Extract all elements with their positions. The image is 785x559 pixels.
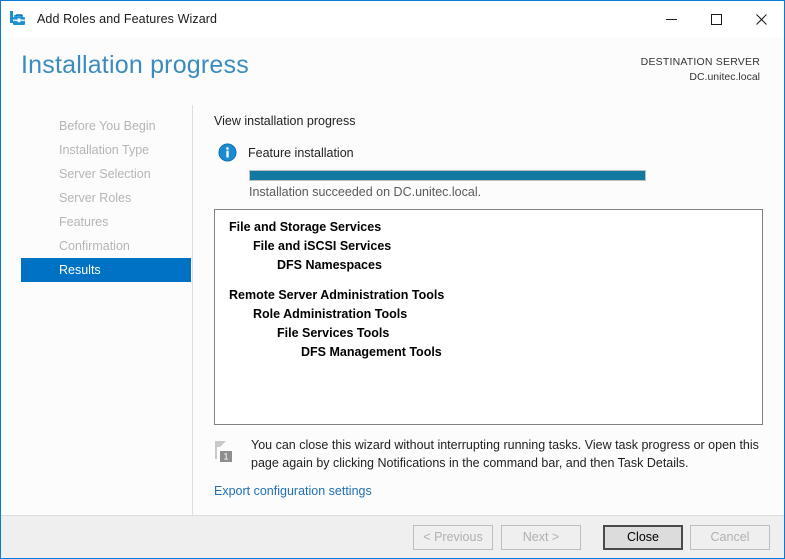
minimize-button[interactable] — [649, 1, 694, 37]
feature-installation-label: Feature installation — [248, 145, 354, 160]
result-item: File and iSCSI Services — [253, 239, 392, 253]
sidebar-item-label: Server Selection — [59, 167, 151, 181]
window-controls — [649, 1, 784, 37]
close-button[interactable]: Close — [603, 525, 683, 550]
window-title: Add Roles and Features Wizard — [37, 12, 218, 26]
installation-progress-fill — [250, 171, 645, 180]
sidebar-item-label: Before You Begin — [59, 119, 156, 133]
result-item: File Services Tools — [277, 326, 390, 340]
close-wizard-notice-text: You can close this wizard without interr… — [251, 438, 759, 470]
sidebar-item-before-you-begin[interactable]: Before You Begin — [21, 114, 191, 138]
result-item: Role Administration Tools — [253, 307, 408, 321]
wizard-step-navigation: Before You Begin Installation Type Server … — [1, 105, 193, 515]
sidebar-item-label: Confirmation — [59, 239, 130, 253]
add-roles-wizard-window: Add Roles and Features Wizard Installati… — [0, 0, 785, 559]
sidebar-item-label: Server Roles — [59, 191, 132, 205]
minimize-icon — [666, 18, 677, 20]
destination-server-label: DESTINATION SERVER — [640, 56, 760, 68]
close-wizard-notice: 1 You can close this wizard without inte… — [211, 436, 767, 472]
next-button: Next > — [501, 525, 581, 550]
destination-server-name: DC.unitec.local — [689, 71, 760, 83]
installation-results-list[interactable]: File and Storage Services File and iSCSI … — [214, 209, 763, 425]
wizard-toolbox-icon — [10, 11, 25, 25]
content-title: View installation progress — [214, 114, 356, 128]
cancel-button: Cancel — [690, 525, 770, 550]
sidebar-item-label: Installation Type — [59, 143, 150, 157]
destination-server: DESTINATION SERVER DC.unitec.local — [641, 55, 760, 85]
sidebar-item-confirmation[interactable]: Confirmation — [21, 234, 191, 258]
maximize-icon — [711, 13, 722, 25]
sidebar-item-results[interactable]: Results — [21, 258, 191, 282]
sidebar-item-label: Features — [59, 215, 109, 229]
notification-badge-count: 1 — [223, 452, 228, 462]
result-item: Remote Server Administration Tools — [229, 288, 445, 302]
sidebar-item-features[interactable]: Features — [21, 210, 191, 234]
sidebar-item-installation-type[interactable]: Installation Type — [21, 138, 191, 162]
result-item: DFS Management Tools — [301, 345, 442, 359]
page-header: Installation progress DESTINATION SERVER… — [1, 37, 784, 105]
close-window-button[interactable] — [739, 1, 784, 37]
previous-button: < Previous — [413, 525, 493, 550]
result-group-spacer — [215, 275, 762, 286]
result-item: DFS Namespaces — [277, 258, 382, 272]
installation-status-text: Installation succeeded on DC.unitec.loca… — [249, 185, 482, 199]
sidebar-item-server-selection[interactable]: Server Selection — [21, 162, 191, 186]
close-icon — [756, 13, 767, 25]
main-content: View installation progress Feature insta… — [193, 105, 784, 515]
sidebar-item-server-roles[interactable]: Server Roles — [21, 186, 191, 210]
sidebar-item-label: Results — [59, 263, 101, 277]
result-item: File and Storage Services — [229, 220, 382, 234]
page-title: Installation progress — [21, 51, 249, 79]
export-configuration-settings-link[interactable]: Export configuration settings — [214, 484, 372, 498]
maximize-button[interactable] — [694, 1, 739, 37]
notification-flag-icon: 1 — [215, 441, 232, 462]
feature-installation-row: Feature installation — [218, 143, 354, 162]
title-bar: Add Roles and Features Wizard — [1, 1, 784, 37]
installation-progress-bar — [249, 170, 646, 181]
info-icon — [218, 143, 237, 162]
wizard-footer: < Previous Next > Close Cancel — [1, 515, 784, 558]
